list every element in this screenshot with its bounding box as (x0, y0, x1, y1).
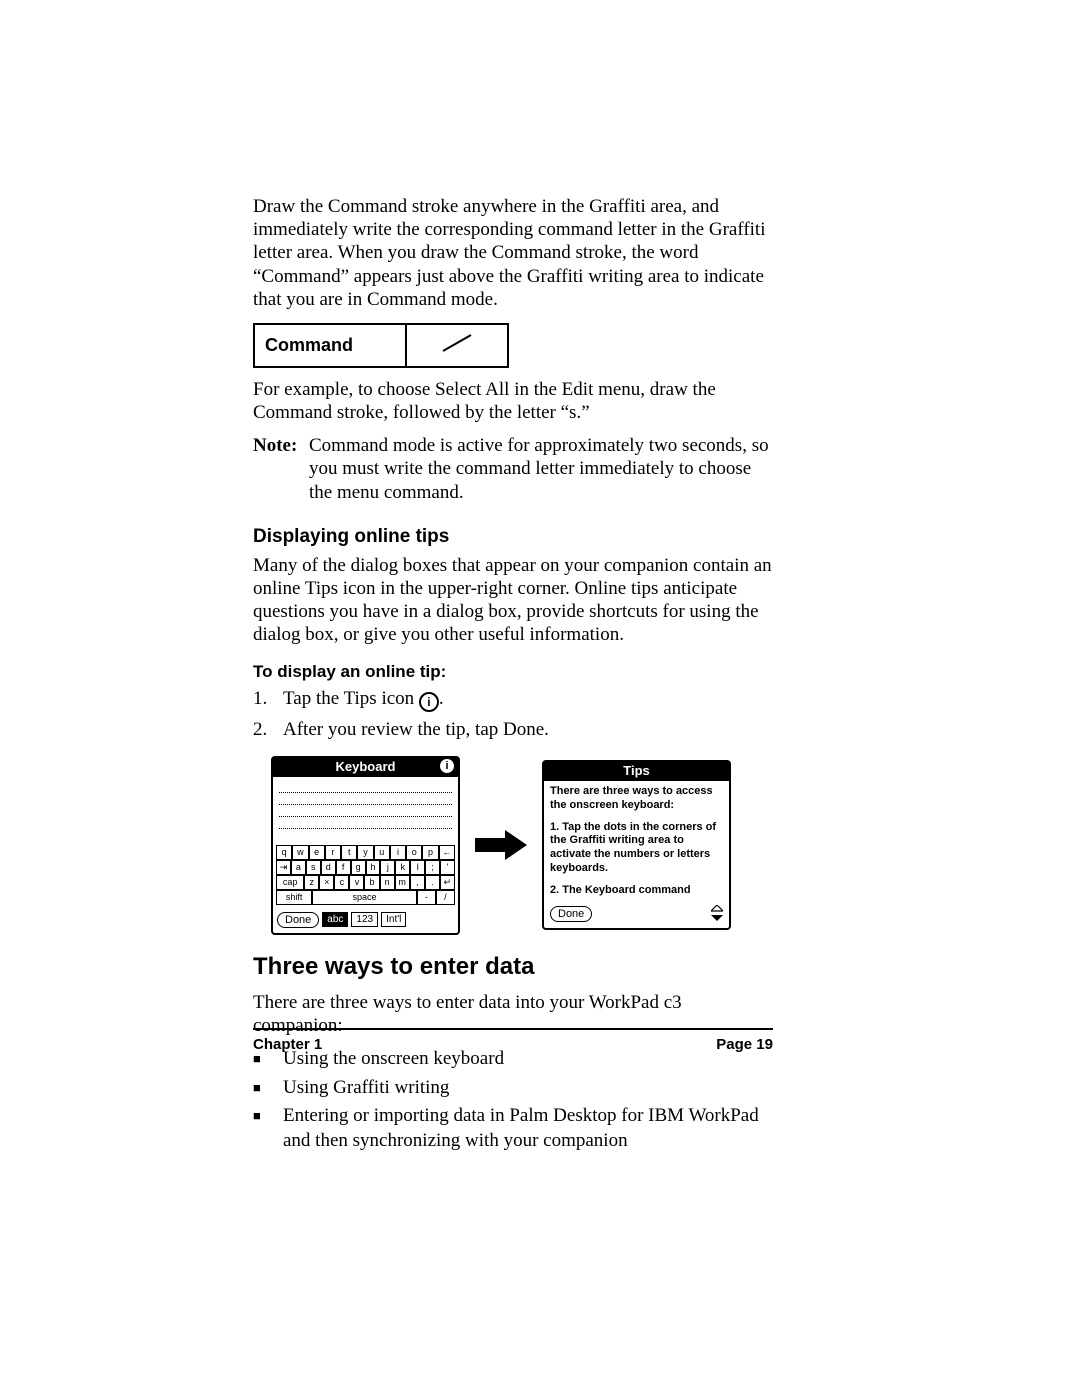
command-stroke-figure: Command (253, 323, 773, 368)
scroll-arrows-icon[interactable] (711, 905, 723, 923)
enter-data-bullets: ■ Using the onscreen keyboard ■ Using Gr… (253, 1047, 773, 1154)
key-period[interactable]: . (425, 875, 440, 890)
note-text: Command mode is active for approximately… (309, 434, 773, 504)
keyboard-title: Keyboard (336, 759, 396, 774)
key-i[interactable]: i (390, 845, 406, 860)
done-button[interactable]: Done (277, 912, 319, 928)
key-shift[interactable]: shift (276, 890, 312, 905)
key-p[interactable]: p (422, 845, 438, 860)
footer-page: Page 19 (716, 1036, 773, 1053)
key-r[interactable]: r (325, 845, 341, 860)
tips-titlebar: Tips (544, 762, 729, 781)
command-label: Command (254, 324, 406, 367)
intro-paragraph: Draw the Command stroke anywhere in the … (253, 195, 773, 311)
tips-bottom-bar: Done (544, 903, 729, 928)
key-j[interactable]: j (380, 860, 395, 875)
step-text: After you review the tip, tap Done. (283, 717, 549, 744)
key-k[interactable]: k (395, 860, 410, 875)
key-z[interactable]: z (304, 875, 319, 890)
keyboard-keys: q w e r t y u i o p ← ⇥ a (273, 843, 458, 909)
key-d[interactable]: d (321, 860, 336, 875)
tips-screenshot: Tips There are three ways to access the … (542, 760, 731, 930)
tab-intl[interactable]: Int'l (381, 912, 406, 927)
document-page: Draw the Command stroke anywhere in the … (0, 0, 1080, 1397)
step-number: 2. (253, 717, 283, 744)
keyboard-screenshot: Keyboard i q w e r t y (271, 756, 460, 935)
square-bullet-icon: ■ (253, 1076, 283, 1101)
key-y[interactable]: y (357, 845, 373, 860)
key-c[interactable]: c (334, 875, 349, 890)
square-bullet-icon: ■ (253, 1104, 283, 1153)
key-dash[interactable]: - (417, 890, 436, 905)
tips-body: There are three ways to access the onscr… (544, 781, 729, 903)
tips-p3: 2. The Keyboard command (550, 884, 723, 898)
keyboard-text-area[interactable] (273, 777, 458, 843)
key-tab[interactable]: ⇥ (276, 860, 291, 875)
key-h[interactable]: h (366, 860, 381, 875)
key-comma[interactable]: , (410, 875, 425, 890)
info-icon[interactable]: i (440, 759, 454, 773)
keyboard-bottom-bar: Done abc 123 Int'l (273, 909, 458, 933)
key-f[interactable]: f (336, 860, 351, 875)
key-quote[interactable]: ' (440, 860, 455, 875)
key-b[interactable]: b (364, 875, 379, 890)
page-content: Draw the Command stroke anywhere in the … (253, 195, 773, 1160)
key-a[interactable]: a (291, 860, 306, 875)
key-e[interactable]: e (309, 845, 325, 860)
section-heading-tips: Displaying online tips (253, 526, 773, 548)
key-m[interactable]: m (395, 875, 410, 890)
key-u[interactable]: u (374, 845, 390, 860)
tips-p1: There are three ways to access the onscr… (550, 785, 723, 813)
list-item: 2. After you review the tip, tap Done. (253, 717, 773, 744)
command-stroke-icon (406, 324, 508, 367)
key-q[interactable]: q (276, 845, 292, 860)
key-o[interactable]: o (406, 845, 422, 860)
tips-p2: 1. Tap the dots in the corners of the Gr… (550, 821, 723, 876)
tab-abc[interactable]: abc (322, 912, 348, 927)
note-block: Note: Command mode is active for approxi… (253, 434, 773, 504)
list-item: ■ Entering or importing data in Palm Des… (253, 1104, 773, 1153)
tab-123[interactable]: 123 (351, 912, 378, 927)
key-l[interactable]: l (410, 860, 425, 875)
key-space[interactable]: space (312, 890, 417, 905)
list-item: ■ Using Graffiti writing (253, 1076, 773, 1101)
tips-paragraph: Many of the dialog boxes that appear on … (253, 554, 773, 647)
footer-chapter: Chapter 1 (253, 1036, 322, 1053)
note-label: Note: (253, 434, 309, 504)
keyboard-titlebar: Keyboard i (273, 758, 458, 777)
key-x[interactable]: × (319, 875, 334, 890)
step-text: Tap the Tips icon i. (283, 686, 444, 713)
key-slash[interactable]: / (436, 890, 455, 905)
step-number: 1. (253, 686, 283, 713)
tip-steps-list: 1. Tap the Tips icon i. 2. After you rev… (253, 686, 773, 743)
key-t[interactable]: t (341, 845, 357, 860)
section-heading-enter-data: Three ways to enter data (253, 953, 773, 981)
page-footer: Chapter 1 Page 19 (253, 1028, 773, 1053)
key-return[interactable]: ↵ (440, 875, 455, 890)
arrow-icon (475, 830, 527, 860)
bullet-text: Using Graffiti writing (283, 1076, 449, 1101)
example-paragraph: For example, to choose Select All in the… (253, 378, 773, 424)
done-button[interactable]: Done (550, 906, 592, 922)
subheading-display-tip: To display an online tip: (253, 662, 773, 682)
key-backspace[interactable]: ← (439, 845, 455, 860)
key-cap[interactable]: cap (276, 875, 304, 890)
bullet-text: Entering or importing data in Palm Deskt… (283, 1104, 773, 1153)
tips-icon: i (419, 692, 439, 712)
key-s[interactable]: s (306, 860, 321, 875)
list-item: 1. Tap the Tips icon i. (253, 686, 773, 713)
key-n[interactable]: n (380, 875, 395, 890)
key-g[interactable]: g (351, 860, 366, 875)
key-w[interactable]: w (292, 845, 308, 860)
key-v[interactable]: v (349, 875, 364, 890)
screenshots-figure: Keyboard i q w e r t y (271, 756, 731, 935)
key-semicolon[interactable]: ; (425, 860, 440, 875)
